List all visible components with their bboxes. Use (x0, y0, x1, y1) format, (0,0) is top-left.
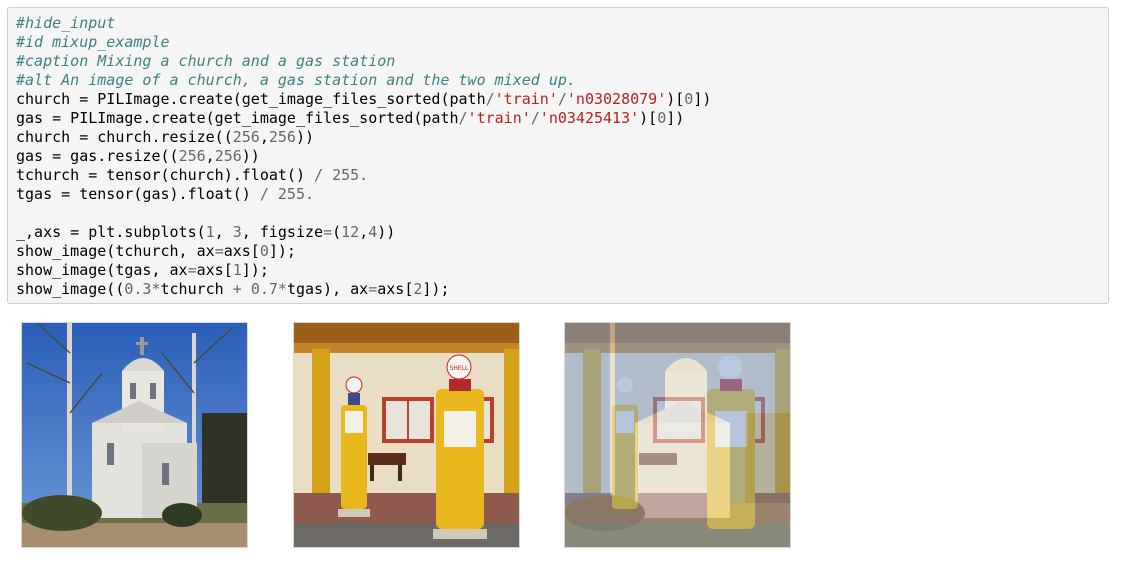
code-line: gas = PILImage.create(get_image_files_so… (16, 109, 1108, 128)
code-token: / (259, 185, 269, 203)
code-line: #hide_input (16, 14, 1108, 33)
code-token: , (205, 147, 215, 165)
code-token: / (485, 90, 495, 108)
code-token: #hide_input (16, 14, 116, 32)
code-token: )[ (639, 109, 658, 127)
code-token: show_image(( (16, 280, 125, 298)
code-token: church = church.resize(( (16, 128, 233, 146)
code-token: tchurch = tensor(church).float() (16, 166, 315, 184)
code-token: , (259, 128, 269, 146)
code-token: tchurch (160, 280, 233, 298)
code-token: 0 (684, 90, 694, 108)
code-token: tgas), ax (286, 280, 369, 298)
code-token: axs[ (223, 242, 260, 260)
code-token: #id mixup_example (16, 33, 170, 51)
code-token: = (323, 223, 333, 241)
code-token: + (232, 280, 242, 298)
code-token: tgas = tensor(gas).float() (16, 185, 260, 203)
code-line: church = church.resize((256,256)) (16, 128, 1108, 147)
code-token: 255. (277, 185, 315, 203)
code-token: , (214, 223, 233, 241)
code-token: 256 (214, 147, 242, 165)
church-image (21, 322, 248, 548)
code-token: 255. (332, 166, 369, 184)
code-token: )) (295, 128, 315, 146)
code-token: = (368, 280, 378, 298)
mixed-image (564, 322, 791, 548)
code-token: 256 (232, 128, 260, 146)
code-token: * (277, 280, 287, 298)
code-line: _,axs = plt.subplots(1, 3, figsize=(12,4… (16, 223, 1108, 242)
code-token: 'n03028079' (566, 90, 667, 108)
code-token: 256 (268, 128, 296, 146)
code-token: #caption Mixing a church and a gas stati… (16, 52, 396, 70)
code-token: 12 (341, 223, 360, 241)
code-line: show_image((0.3*tchurch + 0.7*tgas), ax=… (16, 280, 1108, 299)
code-token: axs[ (377, 280, 414, 298)
code-line: #caption Mixing a church and a gas stati… (16, 52, 1108, 71)
code-token: , (359, 223, 369, 241)
code-token: ]) (693, 90, 712, 108)
code-token: )[ (666, 90, 685, 108)
code-token: ]); (422, 280, 450, 298)
code-token: gas = gas.resize(( (16, 147, 179, 165)
gas-sign-text: SHELL (450, 365, 469, 372)
code-token: * (151, 280, 161, 298)
code-token: ]) (666, 109, 685, 127)
code-token: 256 (178, 147, 206, 165)
code-token: 3 (232, 223, 242, 241)
code-token: 0.3 (124, 280, 152, 298)
code-token: gas = PILImage.create(get_image_files_so… (16, 109, 459, 127)
code-line: show_image(tchurch, ax=axs[0]); (16, 242, 1108, 261)
code-token: / (530, 109, 540, 127)
code-line: show_image(tgas, ax=axs[1]); (16, 261, 1108, 280)
code-lines: #hide_input #id mixup_example #caption Mix… (16, 14, 1108, 299)
code-token: 1 (205, 223, 215, 241)
code-token: / (458, 109, 468, 127)
code-cell[interactable]: #hide_input #id mixup_example #caption Mix… (7, 7, 1109, 304)
code-token: 0 (259, 242, 269, 260)
code-token: #alt An image of a church, a gas station… (16, 71, 576, 89)
code-line: tchurch = tensor(church).float() / 255. (16, 166, 1108, 185)
code-token: church = PILImage.create(get_image_files… (16, 90, 486, 108)
church-photo (22, 323, 247, 547)
code-token: 'train' (494, 90, 558, 108)
code-token: = (214, 242, 224, 260)
code-token: ]); (268, 242, 296, 260)
code-token: / (557, 90, 567, 108)
code-token: show_image(tchurch, ax (16, 242, 215, 260)
code-token: 0.7 (250, 280, 278, 298)
code-token: ]); (241, 261, 269, 279)
code-token: _,axs = plt.subplots( (16, 223, 206, 241)
code-token: 0 (657, 109, 667, 127)
code-token: / (314, 166, 324, 184)
code-token: ( (332, 223, 342, 241)
code-token: 'train' (467, 109, 531, 127)
code-token: 4 (368, 223, 378, 241)
code-token: 'n03425413' (539, 109, 640, 127)
mixed-church-overlay (565, 323, 790, 547)
code-line: church = PILImage.create(get_image_files… (16, 90, 1108, 109)
code-token: axs[ (196, 261, 233, 279)
gas-station-photo: SHELL (294, 323, 519, 547)
code-line: #alt An image of a church, a gas station… (16, 71, 1108, 90)
code-line: gas = gas.resize((256,256)) (16, 147, 1108, 166)
code-token: )) (377, 223, 396, 241)
gas-station-image: SHELL (293, 322, 520, 548)
code-token: )) (241, 147, 260, 165)
code-token: show_image(tgas, ax (16, 261, 188, 279)
code-token: , figsize (241, 223, 324, 241)
code-token: = (187, 261, 197, 279)
code-token: 1 (232, 261, 242, 279)
code-line: #id mixup_example (16, 33, 1108, 52)
code-line: tgas = tensor(gas).float() / 255. (16, 185, 1108, 204)
